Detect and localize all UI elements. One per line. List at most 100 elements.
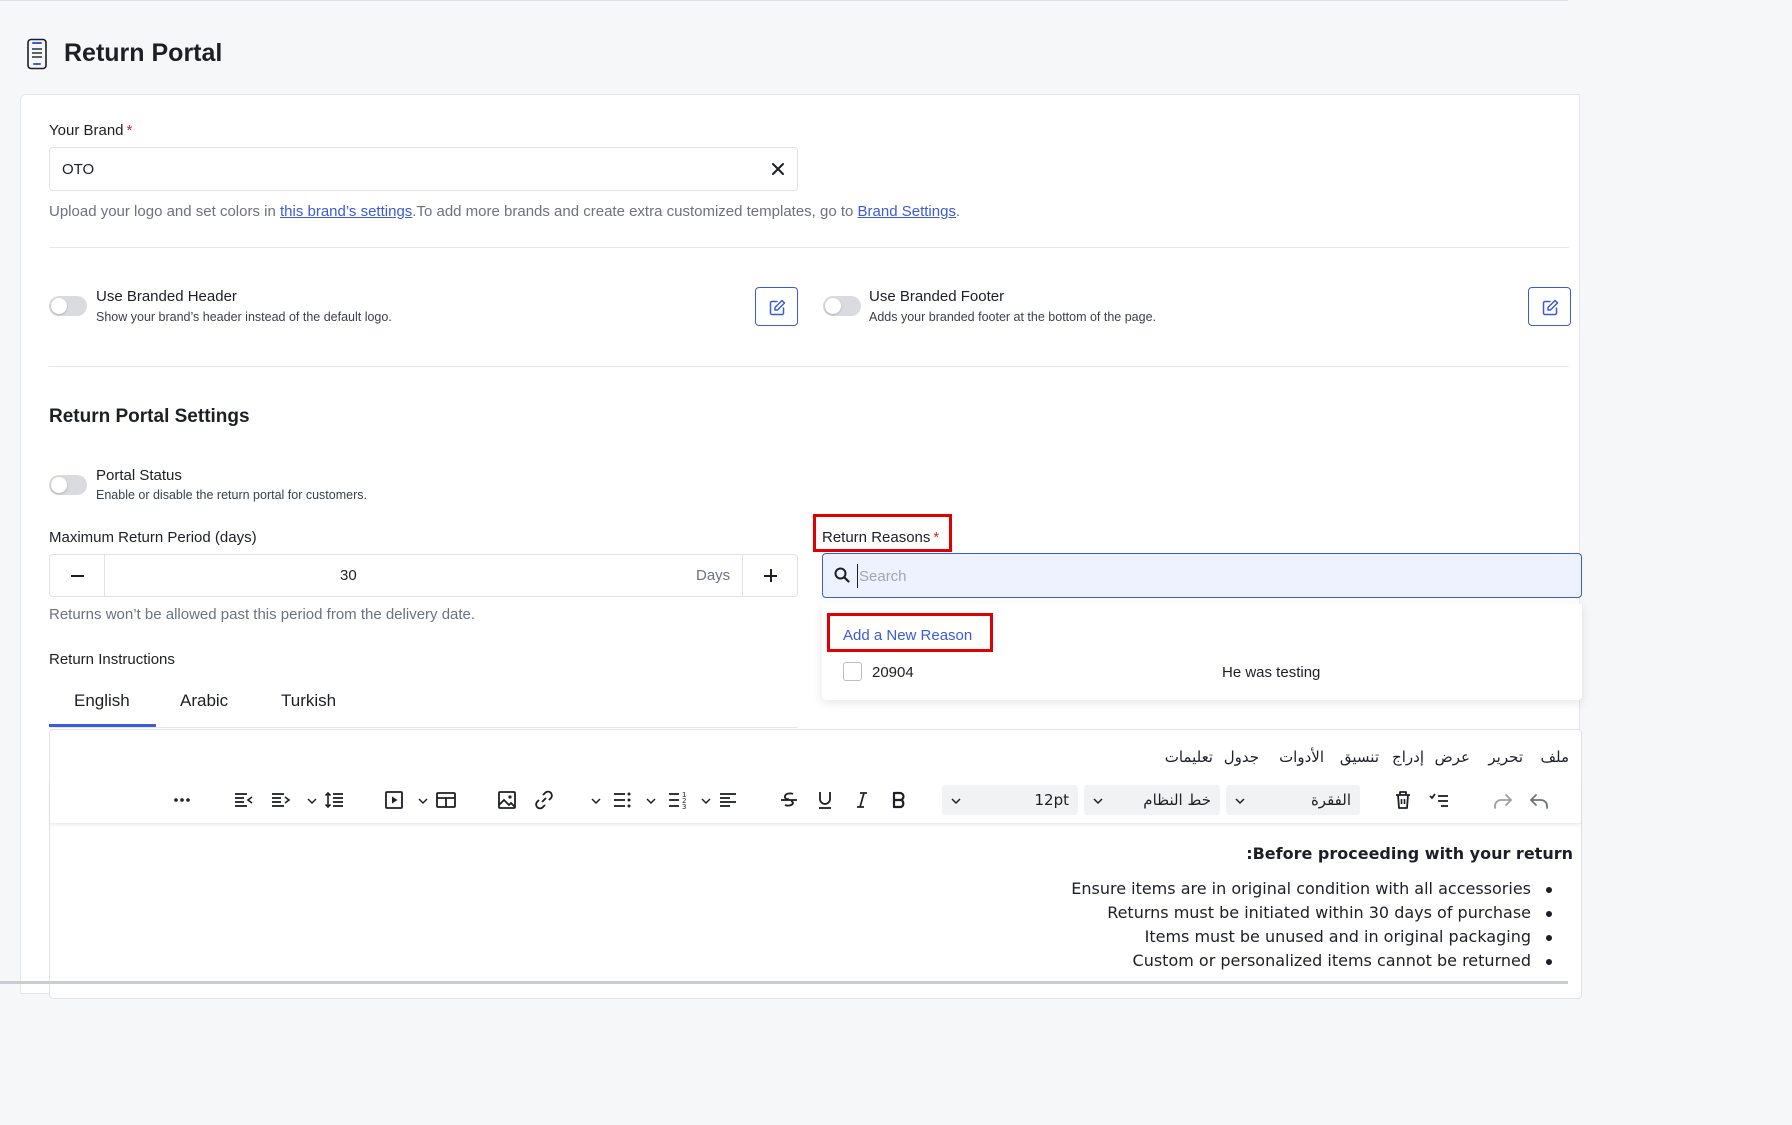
line-height-icon[interactable] [322,788,346,812]
search-input[interactable] [857,564,1457,588]
list-item: Returns must be initiated within 30 days… [853,901,1553,925]
italic-icon[interactable] [850,788,874,812]
tab-english[interactable]: English [74,691,130,711]
font-family-select[interactable]: خط النظام [1084,785,1220,815]
brand-settings-page-link[interactable]: Brand Settings [858,203,956,220]
portal-status-toggle[interactable] [49,475,87,495]
page-title: Return Portal [64,39,223,67]
align-left-icon[interactable] [716,788,740,812]
underline-icon[interactable] [813,788,837,812]
brand-select[interactable]: OTO [49,147,798,191]
return-reasons-label-text: Return Reasons [822,529,931,546]
section-title: Return Portal Settings [49,406,250,427]
undo-icon[interactable] [1527,788,1551,812]
menu-help[interactable]: تعليمات [1165,748,1213,766]
editor-toolbar: الفقرة خط النظام 12pt 1 2 3 [50,778,1581,824]
bold-icon[interactable] [887,788,911,812]
chevron-down-icon [950,794,962,812]
branded-header-title: Use Branded Header [96,288,237,305]
chevron-down-icon[interactable] [417,794,429,812]
chevron-down-icon[interactable] [700,794,712,812]
chevron-down-icon [1234,794,1246,812]
chevron-down-icon[interactable] [306,794,318,812]
branded-header-description: Show your brand’s header instead of the … [96,310,392,324]
active-tab-indicator [49,724,156,727]
close-icon[interactable] [769,160,787,178]
return-reasons-label: Return Reasons * [822,529,939,546]
instructions-heading[interactable]: Before proceeding with your return: [1246,844,1573,863]
edit-footer-button[interactable] [1528,287,1571,326]
return-period-stepper: 30 Days [49,554,798,597]
link-icon[interactable] [532,788,556,812]
bottom-border [0,981,1568,984]
return-period-unit: Days [696,567,731,584]
menu-tools[interactable]: الأدوات [1279,748,1324,766]
increment-button[interactable] [742,555,797,596]
list-item: Custom or personalized items cannot be r… [853,949,1553,973]
image-icon[interactable] [495,788,519,812]
menu-format[interactable]: تنسيق [1340,748,1379,766]
reasons-dropdown: Add a New Reason 20904 He was testing [822,603,1582,700]
delete-icon[interactable] [1391,788,1415,812]
brand-label: Your Brand * [49,122,132,139]
tabs-baseline [49,727,798,728]
rich-text-editor: ملف تحرير عرض إدراج تنسيق الأدوات جدول ت… [49,729,1582,999]
redo-icon[interactable] [1491,788,1515,812]
menu-edit[interactable]: تحرير [1488,748,1523,766]
brand-hint-suffix: . [955,203,961,220]
branded-footer-title: Use Branded Footer [869,288,1005,305]
menu-insert[interactable]: إدراج [1392,748,1424,766]
numbered-list-icon[interactable]: 123 [665,788,689,812]
menu-file[interactable]: ملف [1540,748,1569,766]
brand-hint-middle: .To add more brands and create extra cus… [412,203,858,220]
media-icon[interactable] [382,788,406,812]
divider [49,247,1569,248]
menu-table[interactable]: جدول [1224,748,1259,766]
branded-footer-toggle[interactable] [823,296,861,316]
portal-status-title: Portal Status [96,467,182,484]
checklist-icon[interactable] [1427,788,1451,812]
brand-label-text: Your Brand [49,122,124,139]
return-period-value[interactable]: 30 [340,567,357,584]
reason-description[interactable]: He was testing [1222,664,1320,681]
instructions-label: Return Instructions [49,651,175,668]
page-header: Return Portal [0,2,1568,94]
instructions-list[interactable]: Ensure items are in original condition w… [853,877,1553,973]
top-border [0,0,1568,1]
svg-text:3: 3 [682,803,686,811]
max-period-label: Maximum Return Period (days) [49,529,257,546]
phone-document-icon [26,38,48,70]
block-format-select[interactable]: الفقرة [1226,785,1360,815]
tab-arabic[interactable]: Arabic [180,691,228,711]
menu-view[interactable]: عرض [1435,748,1470,766]
more-icon[interactable] [170,788,194,812]
portal-status-description: Enable or disable the return portal for … [96,488,367,502]
brand-settings-link[interactable]: this brand’s settings [280,203,412,220]
max-period-hint: Returns won’t be allowed past this perio… [49,606,476,623]
reason-checkbox[interactable] [843,662,862,681]
font-size-value: 12pt [1034,791,1070,809]
reason-code[interactable]: 20904 [872,664,914,681]
tab-turkish[interactable]: Turkish [281,691,336,711]
chevron-down-icon[interactable] [645,794,657,812]
outdent-icon[interactable] [232,788,256,812]
brand-hint-prefix: Upload your logo and set colors in [49,203,280,220]
chevron-down-icon [1092,794,1104,812]
list-item: Items must be unused and in original pac… [853,925,1553,949]
strikethrough-icon[interactable] [777,788,801,812]
search-icon [834,567,850,588]
required-mark: * [126,122,133,139]
chevron-down-icon[interactable] [590,794,602,812]
font-size-select[interactable]: 12pt [942,785,1078,815]
reasons-search-box[interactable] [822,553,1582,598]
indent-icon[interactable] [269,788,293,812]
table-icon[interactable] [434,788,458,812]
bullet-list-icon[interactable] [610,788,634,812]
add-reason-button[interactable]: Add a New Reason [843,627,972,644]
edit-header-button[interactable] [755,287,798,326]
font-family-value: خط النظام [1143,791,1211,809]
required-mark: * [933,529,940,546]
decrement-button[interactable] [50,555,105,596]
branded-header-toggle[interactable] [49,296,87,316]
branded-footer-description: Adds your branded footer at the bottom o… [869,310,1156,324]
